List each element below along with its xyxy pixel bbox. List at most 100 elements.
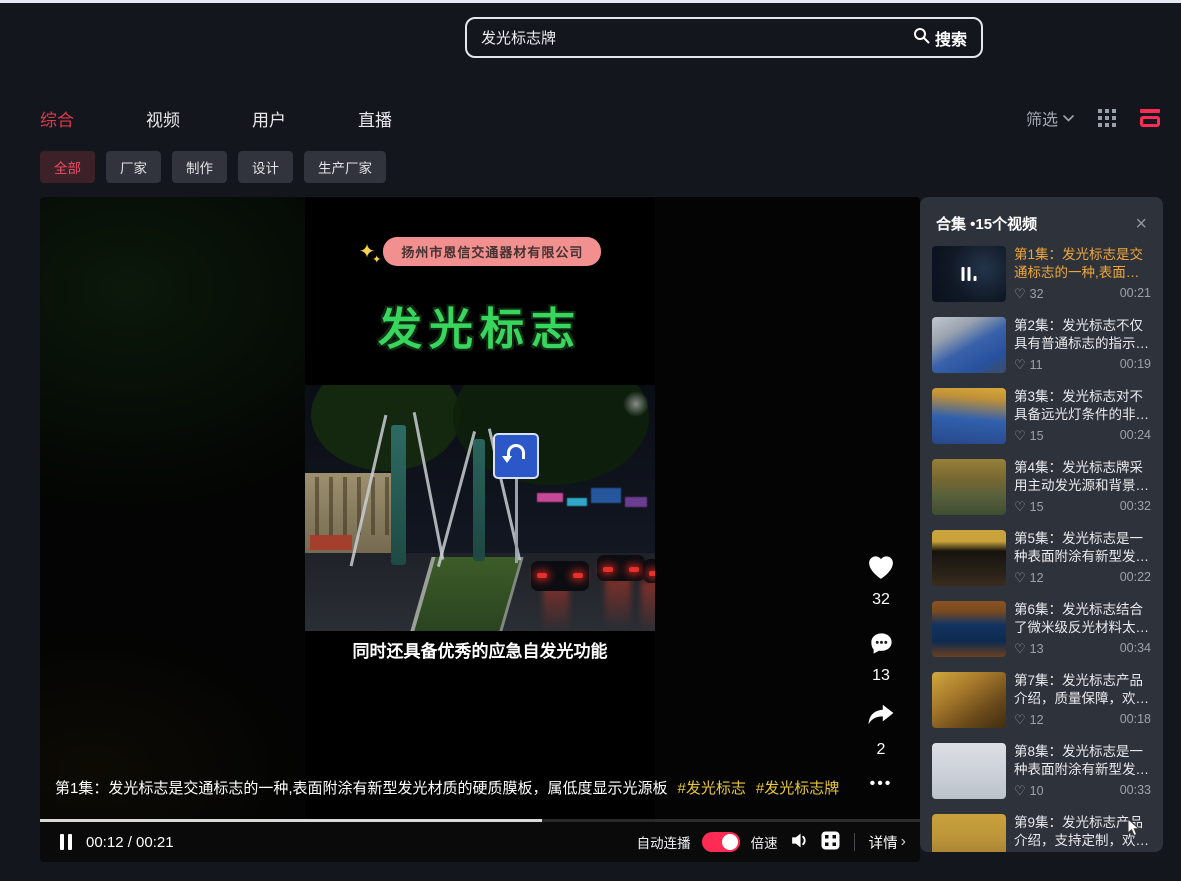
video-thumbnail[interactable] bbox=[932, 459, 1006, 515]
like-button[interactable] bbox=[853, 553, 909, 586]
autoplay-label: 自动连播 bbox=[637, 832, 691, 852]
video-thumbnail[interactable] bbox=[932, 601, 1006, 657]
like-count-value: 10 bbox=[1030, 784, 1044, 798]
video-title: 第6集：发光标志结合了微米级反光材料太阳能… bbox=[1014, 601, 1151, 637]
more-options-button[interactable]: ••• bbox=[853, 775, 909, 793]
tab-live[interactable]: 直播 bbox=[358, 106, 392, 131]
like-count-value: 12 bbox=[1030, 571, 1044, 585]
search-results-page: 搜索 综合 视频 用户 直播 筛选 全部 厂家 制作 设计 生产厂家 bbox=[0, 0, 1181, 881]
chevron-down-icon bbox=[1063, 109, 1074, 127]
list-item[interactable]: 第8集：发光标志是一种表面附涂有新型发光材… ♡ 10 00:33 bbox=[932, 743, 1151, 805]
list-item[interactable]: 第6集：发光标志结合了微米级反光材料太阳能… ♡ 13 00:34 bbox=[932, 601, 1151, 663]
video-subtitle: 同时还具备优秀的应急自发光功能 bbox=[305, 637, 655, 662]
browser-top-edge bbox=[0, 0, 1181, 3]
video-duration: 00:32 bbox=[1120, 499, 1151, 515]
heart-outline-icon: ♡ bbox=[1014, 783, 1026, 799]
collection-title: 合集 •15个视频 bbox=[936, 213, 1037, 234]
speed-button[interactable]: 倍速 bbox=[751, 832, 778, 852]
video-caption: 第1集：发光标志是交通标志的一种,表面附涂有新型发光材质的硬质膜板，属低度显示光… bbox=[55, 777, 850, 798]
list-item[interactable]: 第2集：发光标志不仅具有普通标志的指示功… ♡ 11 00:19 bbox=[932, 317, 1151, 379]
like-count: ♡ 32 bbox=[1014, 286, 1044, 302]
video-duration: 00:24 bbox=[1120, 428, 1151, 444]
result-tabs: 综合 视频 用户 直播 bbox=[40, 106, 392, 131]
chip-design[interactable]: 设计 bbox=[238, 151, 293, 183]
comment-icon bbox=[868, 644, 895, 661]
share-count: 2 bbox=[853, 741, 909, 759]
list-item[interactable]: 第7集：发光标志产品介绍，质量保障，欢迎咨… ♡ 12 00:18 bbox=[932, 672, 1151, 734]
like-count-value: 15 bbox=[1030, 500, 1044, 514]
search-button[interactable]: 搜索 bbox=[913, 26, 967, 50]
details-button[interactable]: 详情 › bbox=[869, 832, 906, 853]
video-duration: 00:19 bbox=[1120, 357, 1151, 373]
like-count-value: 12 bbox=[1030, 713, 1044, 727]
video-thumbnail[interactable] bbox=[932, 672, 1006, 728]
tab-comprehensive[interactable]: 综合 bbox=[40, 106, 74, 131]
video-thumbnail[interactable] bbox=[932, 743, 1006, 799]
company-banner: 扬州市恩信交通器材有限公司 bbox=[383, 237, 601, 266]
list-item[interactable]: 第3集：发光标志对不具备远光灯条件的非机动… ♡ 15 00:24 bbox=[932, 388, 1151, 450]
view-controls: 筛选 bbox=[1026, 106, 1160, 130]
search-bar[interactable]: 搜索 bbox=[465, 17, 983, 58]
heart-outline-icon: ♡ bbox=[1014, 712, 1026, 728]
like-count-value: 15 bbox=[1030, 429, 1044, 443]
video-title: 第7集：发光标志产品介绍，质量保障，欢迎咨… bbox=[1014, 672, 1151, 708]
filter-dropdown[interactable]: 筛选 bbox=[1026, 106, 1074, 130]
chip-making[interactable]: 制作 bbox=[172, 151, 227, 183]
video-thumbnail[interactable] bbox=[932, 317, 1006, 373]
grid-view-icon[interactable] bbox=[1098, 109, 1116, 127]
video-player[interactable]: ✦✦ 扬州市恩信交通器材有限公司 发光标志 同时还具备优秀的应 bbox=[40, 197, 920, 862]
like-count: ♡ 13 bbox=[1014, 641, 1044, 657]
tab-user[interactable]: 用户 bbox=[252, 106, 286, 131]
heart-outline-icon: ♡ bbox=[1014, 570, 1026, 586]
filter-chips: 全部 厂家 制作 设计 生产厂家 bbox=[40, 151, 386, 183]
volume-button[interactable] bbox=[789, 830, 810, 854]
video-title: 第1集：发光标志是交通标志的一种,表面附涂… bbox=[1014, 246, 1151, 282]
heart-outline-icon: ♡ bbox=[1014, 286, 1026, 302]
video-thumbnail[interactable] bbox=[932, 814, 1006, 852]
sparkle-icon: ✦✦ bbox=[359, 242, 376, 262]
autoplay-toggle[interactable] bbox=[702, 832, 740, 852]
video-duration: 00:22 bbox=[1120, 570, 1151, 586]
heart-outline-icon: ♡ bbox=[1014, 641, 1026, 657]
chevron-right-icon: › bbox=[901, 833, 906, 851]
video-title: 第5集：发光标志是一种表面附涂有新型发光材… bbox=[1014, 530, 1151, 566]
search-input[interactable] bbox=[481, 29, 913, 46]
like-count-value: 13 bbox=[1030, 642, 1044, 656]
like-count: ♡ 10 bbox=[1014, 783, 1044, 799]
hashtag-link[interactable]: #发光标志牌 bbox=[756, 780, 839, 797]
video-thumbnail[interactable] bbox=[932, 530, 1006, 586]
hashtag-link[interactable]: #发光标志 bbox=[678, 780, 746, 797]
video-thumbnail[interactable] bbox=[932, 388, 1006, 444]
time-display: 00:12 / 00:21 bbox=[86, 834, 174, 851]
pause-button[interactable] bbox=[60, 834, 72, 850]
heart-icon bbox=[866, 568, 896, 585]
tab-video[interactable]: 视频 bbox=[146, 106, 180, 131]
chip-manufacturer[interactable]: 生产厂家 bbox=[304, 151, 386, 183]
single-column-view-icon[interactable] bbox=[1140, 109, 1160, 127]
comment-button[interactable] bbox=[853, 630, 909, 662]
close-icon[interactable]: × bbox=[1135, 214, 1147, 234]
list-item[interactable]: 第1集：发光标志是交通标志的一种,表面附涂… ♡ 32 00:21 bbox=[932, 246, 1151, 308]
chip-factory[interactable]: 厂家 bbox=[106, 151, 161, 183]
video-content[interactable]: ✦✦ 扬州市恩信交通器材有限公司 发光标志 同时还具备优秀的应 bbox=[305, 197, 655, 822]
list-item[interactable]: 第9集：发光标志产品介绍，支持定制，欢迎来 ♡ bbox=[932, 814, 1151, 852]
collection-list: 第1集：发光标志是交通标志的一种,表面附涂… ♡ 32 00:21 第2集：发光… bbox=[920, 246, 1163, 852]
caption-text: 第1集：发光标志是交通标志的一种,表面附涂有新型发光材质的硬质膜板，属低度显示光… bbox=[55, 780, 668, 797]
video-duration: 00:21 bbox=[1120, 286, 1151, 302]
company-banner-row: ✦✦ 扬州市恩信交通器材有限公司 bbox=[305, 237, 655, 266]
list-item[interactable]: 第4集：发光标志牌采用主动发光源和背景反光… ♡ 15 00:32 bbox=[932, 459, 1151, 521]
collection-panel: 合集 •15个视频 × 第1集：发光标志是交通标志的一种,表面附涂… ♡ 32 … bbox=[920, 197, 1163, 852]
video-thumbnail[interactable] bbox=[932, 246, 1006, 302]
mouse-cursor bbox=[1126, 818, 1143, 843]
controls-divider bbox=[854, 833, 855, 851]
share-button[interactable] bbox=[853, 703, 909, 734]
chip-all[interactable]: 全部 bbox=[40, 151, 95, 183]
details-label: 详情 bbox=[869, 832, 898, 853]
like-count-value: 32 bbox=[1030, 287, 1044, 301]
uturn-traffic-sign bbox=[493, 433, 539, 479]
street-night-scene bbox=[305, 385, 655, 631]
web-fullscreen-button[interactable] bbox=[821, 831, 840, 853]
collection-header: 合集 •15个视频 × bbox=[920, 197, 1163, 246]
list-item[interactable]: 第5集：发光标志是一种表面附涂有新型发光材… ♡ 12 00:22 bbox=[932, 530, 1151, 592]
like-count-value: 11 bbox=[1030, 358, 1043, 372]
